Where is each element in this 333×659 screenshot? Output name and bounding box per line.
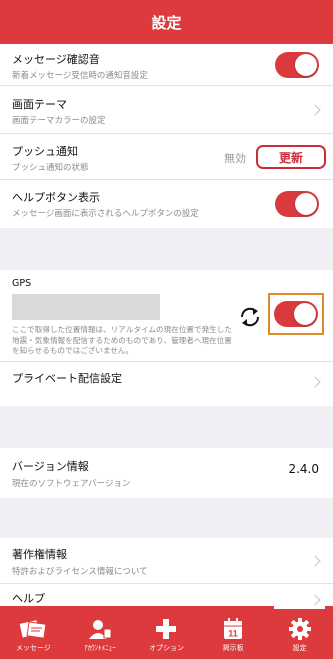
setting-message-sound[interactable]: メッセージ確認音 新着メッセージ受信時の通知音設定 [0,44,333,86]
setting-title: プライベート配信設定 [12,372,122,385]
tab-settings[interactable]: 設定 [266,606,333,659]
calendar-badge-number: 11 [228,629,238,639]
setting-title: ヘルプ [12,592,45,605]
toggle-knob [295,193,317,215]
setting-screen-theme[interactable]: 画面テーマ 画面テーマカラーの設定 [0,86,333,134]
setting-version: バージョン情報 現在のソフトウェアバージョン 2.4.0 [0,448,333,498]
setting-title: バージョン情報 [12,460,89,473]
chevron-right-icon [309,104,321,116]
setting-title: プッシュ通知 [12,145,78,158]
gps-location-placeholder [12,294,160,320]
top-bar: 設定 [0,0,333,44]
chevron-right-icon [309,376,321,388]
tab-label: 設定 [292,644,307,652]
setting-subtitle: 画面テーマカラーの設定 [12,116,106,126]
calendar-icon: 11 [224,618,243,639]
setting-title: ヘルプボタン表示 [12,191,100,204]
tab-label: メッセージ [15,644,51,652]
chevron-right-icon [309,555,321,567]
setting-subtitle: 現在のソフトウェアバージョン [12,479,131,489]
messages-icon [20,620,47,639]
gps-note: ここで取得した位置情報は、リアルタイムの現在位置で発生した地震・気象情報を配信す… [12,325,232,355]
setting-subtitle: 特許およびライセンス情報について [12,567,148,577]
tab-label: ｱｶｳﾝﾄﾒﾆｭｰ [84,644,116,652]
tab-bar: メッセージ ｱｶｳﾝﾄﾒﾆｭｰ オプション 11 掲示板 設定 [0,606,333,659]
toggle-knob [295,54,317,76]
setting-title: メッセージ確認音 [12,53,100,66]
setting-help-button[interactable]: ヘルプボタン表示 メッセージ画面に表示されるヘルプボタンの設定 [0,180,333,228]
setting-title: 画面テーマ [12,98,67,111]
message-sound-toggle[interactable] [275,52,319,78]
setting-private-delivery[interactable]: プライベート配信設定 [0,362,333,406]
page-title: 設定 [151,13,182,32]
push-status-text: 無効 [224,152,246,165]
account-icon [88,620,112,639]
tab-label: オプション [148,644,184,652]
setting-subtitle: プッシュ通知の状態 [12,163,89,173]
settings-group-general: メッセージ確認音 新着メッセージ受信時の通知音設定 画面テーマ 画面テーマカラー… [0,44,333,228]
tab-label: 掲示板 [222,644,244,652]
chevron-right-icon [309,594,321,606]
gps-toggle[interactable] [274,301,318,327]
gps-label: GPS [12,278,32,289]
plus-icon [156,619,177,639]
gear-icon [288,618,311,640]
tab-messages[interactable]: メッセージ [0,606,67,659]
tab-options[interactable]: オプション [133,606,200,659]
setting-gps: GPS ここで取得した位置情報は、リアルタイムの現在位置で発生した地震・気象情報… [0,270,333,362]
setting-subtitle: メッセージ画面に表示されるヘルプボタンの設定 [12,209,199,219]
version-value: 2.4.0 [288,462,319,476]
setting-push-notification: プッシュ通知 プッシュ通知の状態 無効 更新 [0,134,333,180]
setting-subtitle: 新着メッセージ受信時の通知音設定 [12,71,148,81]
settings-group-version: バージョン情報 現在のソフトウェアバージョン 2.4.0 [0,448,333,498]
tab-bulletin-board[interactable]: 11 掲示板 [200,606,267,659]
tab-account-menu[interactable]: ｱｶｳﾝﾄﾒﾆｭｰ [67,606,134,659]
setting-copyright[interactable]: 著作権情報 特許およびライセンス情報について [0,538,333,584]
refresh-icon[interactable] [236,303,264,331]
settings-group-about: 著作権情報 特許およびライセンス情報について ヘルプ [0,538,333,606]
settings-group-gps: GPS ここで取得した位置情報は、リアルタイムの現在位置で発生した地震・気象情報… [0,270,333,406]
active-tab-indicator [274,606,325,609]
setting-help[interactable]: ヘルプ [0,584,333,606]
help-button-toggle[interactable] [275,191,319,217]
update-button[interactable]: 更新 [256,145,326,169]
setting-title: 著作権情報 [12,548,67,561]
toggle-knob [294,303,316,325]
